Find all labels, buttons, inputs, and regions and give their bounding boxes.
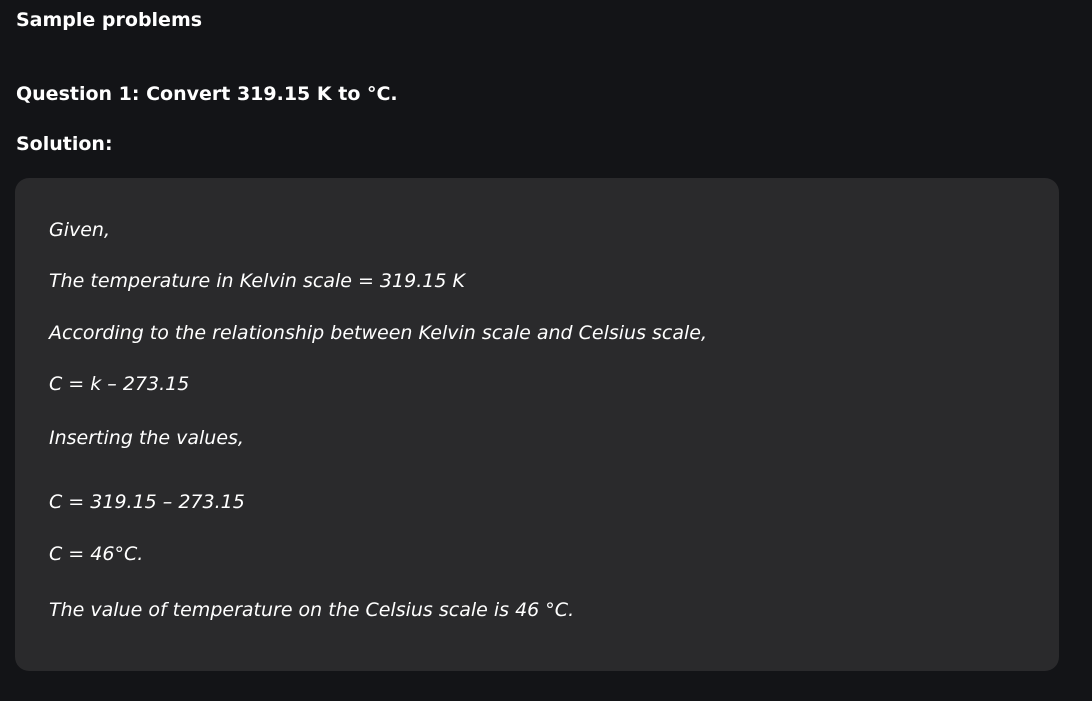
section-title: Sample problems: [16, 9, 203, 31]
solution-line: The temperature in Kelvin scale = 319.15…: [49, 270, 465, 292]
solution-line: C = 319.15 – 273.15: [49, 491, 245, 513]
solution-line: According to the relationship between Ke…: [49, 322, 708, 344]
page: Sample problems Question 1: Convert 319.…: [0, 0, 1092, 701]
solution-line: Inserting the values,: [49, 427, 244, 449]
solution-line: C = 46°C.: [49, 543, 144, 565]
solution-line: C = k – 273.15: [49, 373, 190, 395]
question-title: Question 1: Convert 319.15 K to °C.: [16, 83, 398, 105]
solution-label: Solution:: [16, 133, 113, 155]
solution-line: Given,: [49, 219, 111, 241]
solution-line: The value of temperature on the Celsius …: [49, 599, 575, 621]
solution-box: Given, The temperature in Kelvin scale =…: [15, 178, 1059, 671]
